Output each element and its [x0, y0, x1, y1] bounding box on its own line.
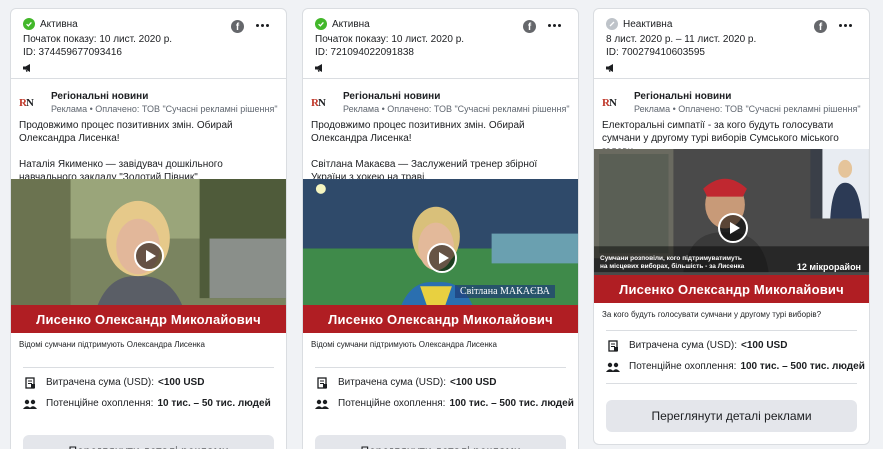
video-banner: Лисенко Олександр Миколайович	[594, 275, 869, 303]
ad-card-2: Активна Початок показу: 10 лист. 2020 р.…	[302, 8, 579, 449]
ad-card-1: Активна Початок показу: 10 лист. 2020 р.…	[10, 8, 287, 449]
ad-video[interactable]: Сумчани розповіли, кого підтримуватимуть…	[594, 149, 869, 303]
ad-text: Електоральні симпатії - за кого будуть г…	[602, 120, 839, 157]
ad-video[interactable]: Світлана МАКАЄВА Лисенко Олександр Микол…	[303, 179, 578, 333]
ad-card-3: Неактивна 8 лист. 2020 р. – 11 лист. 202…	[593, 8, 870, 445]
date-range: 8 лист. 2020 р. – 11 лист. 2020 р.	[606, 34, 757, 45]
overlay-subtitle: Сумчани розповіли, кого підтримуватимуть…	[600, 255, 745, 270]
video-banner: Лисенко Олександр Миколайович	[303, 305, 578, 333]
status-label: Неактивна	[623, 18, 673, 30]
view-ad-details-button[interactable]: Переглянути деталі реклами	[315, 435, 566, 449]
megaphone-icon	[315, 64, 322, 72]
check-icon	[315, 18, 327, 30]
stats: Витрачена сума (USD): <100 USD Потенційн…	[594, 335, 869, 377]
ad-page-header: RN Регіональні новини Реклама • Оплачено…	[594, 91, 869, 117]
facebook-icon: f	[814, 20, 827, 33]
receipt-icon	[23, 376, 37, 389]
reach-value: 100 тис. – 500 тис. людей	[449, 398, 574, 409]
ad-id: ID: 721094022091838	[315, 47, 414, 58]
status-row: Активна	[23, 17, 286, 31]
receipt-icon	[606, 339, 620, 352]
reach-row: Потенційне охоплення: 100 тис. – 500 тис…	[303, 393, 578, 414]
play-button-icon[interactable]	[427, 243, 457, 273]
more-options-icon[interactable]	[544, 17, 564, 33]
divider	[606, 383, 857, 384]
sponsor-text: Реклама • Оплачено: ТОВ "Сучасні рекламн…	[634, 104, 861, 114]
reach-row: Потенційне охоплення: 100 тис. – 500 тис…	[594, 356, 869, 377]
ad-video[interactable]: Лисенко Олександр Миколайович	[11, 179, 286, 333]
spend-value: <100 USD	[741, 340, 788, 351]
facebook-icon: f	[231, 20, 244, 33]
ad-text: Продовжимо процес позитивних змін. Обира…	[19, 120, 233, 183]
status-row: Неактивна	[606, 17, 869, 31]
reach-value: 100 тис. – 500 тис. людей	[740, 361, 865, 372]
status-row: Активна	[315, 17, 578, 31]
spend-value: <100 USD	[450, 377, 497, 388]
people-icon	[23, 398, 37, 410]
megaphone-icon	[23, 64, 30, 72]
page-logo-icon[interactable]: RN	[602, 95, 622, 109]
ad-id: ID: 700279410603595	[606, 47, 705, 58]
spend-value: <100 USD	[158, 377, 205, 388]
video-caption: Відомі сумчани підтримують Олександра Ли…	[311, 340, 497, 349]
reach-value: 10 тис. – 50 тис. людей	[157, 398, 271, 409]
video-banner: Лисенко Олександр Миколайович	[11, 305, 286, 333]
play-button-icon[interactable]	[718, 213, 748, 243]
page-name-link[interactable]: Регіональні новини	[634, 91, 869, 103]
overlay-badge: 12 мікрорайон	[796, 262, 861, 272]
ad-card-header: Неактивна 8 лист. 2020 р. – 11 лист. 202…	[594, 9, 869, 79]
view-ad-details-button[interactable]: Переглянути деталі реклами	[23, 435, 274, 449]
reach-label: Потенційне охоплення:	[46, 398, 154, 409]
page-name-link[interactable]: Регіональні новини	[51, 91, 286, 103]
stats: Витрачена сума (USD): <100 USD Потенційн…	[11, 372, 286, 414]
ad-id: ID: 374459677093416	[23, 47, 122, 58]
status-label: Активна	[332, 18, 370, 30]
reach-row: Потенційне охоплення: 10 тис. – 50 тис. …	[11, 393, 286, 414]
sponsor-text: Реклама • Оплачено: ТОВ "Сучасні рекламн…	[343, 104, 570, 114]
video-caption: Відомі сумчани підтримують Олександра Ли…	[19, 340, 205, 349]
start-date: Початок показу: 10 лист. 2020 р.	[315, 34, 465, 45]
check-icon	[23, 18, 35, 30]
spend-row: Витрачена сума (USD): <100 USD	[303, 372, 578, 393]
svg-text:N: N	[609, 97, 617, 109]
start-date: Початок показу: 10 лист. 2020 р.	[23, 34, 173, 45]
overlay-name: Світлана МАКАЄВА	[455, 285, 555, 298]
ad-page-header: RN Регіональні новини Реклама • Оплачено…	[303, 91, 578, 117]
stats: Витрачена сума (USD): <100 USD Потенційн…	[303, 372, 578, 414]
divider	[315, 367, 566, 368]
page-name-link[interactable]: Регіональні новини	[343, 91, 578, 103]
page-logo-icon[interactable]: RN	[311, 95, 331, 109]
people-icon	[315, 398, 329, 410]
ad-card-header: Активна Початок показу: 10 лист. 2020 р.…	[11, 9, 286, 79]
more-options-icon[interactable]	[252, 17, 272, 33]
spend-label: Витрачена сума (USD):	[46, 377, 155, 388]
reach-label: Потенційне охоплення:	[338, 398, 446, 409]
spend-label: Витрачена сума (USD):	[338, 377, 447, 388]
page-logo-icon[interactable]: RN	[19, 95, 39, 109]
ad-page-header: RN Регіональні новини Реклама • Оплачено…	[11, 91, 286, 117]
sponsor-text: Реклама • Оплачено: ТОВ "Сучасні рекламн…	[51, 104, 278, 114]
play-button-icon[interactable]	[134, 241, 164, 271]
status-label: Активна	[40, 18, 78, 30]
facebook-icon: f	[523, 20, 536, 33]
divider	[606, 330, 857, 331]
people-icon	[606, 361, 620, 373]
svg-text:N: N	[26, 97, 34, 109]
ad-card-header: Активна Початок показу: 10 лист. 2020 р.…	[303, 9, 578, 79]
spend-row: Витрачена сума (USD): <100 USD	[11, 372, 286, 393]
divider	[23, 367, 274, 368]
receipt-icon	[315, 376, 329, 389]
video-caption: За кого будуть голосувати сумчани у друг…	[602, 310, 822, 319]
megaphone-icon	[606, 64, 613, 72]
more-options-icon[interactable]	[835, 17, 855, 33]
svg-text:N: N	[318, 97, 326, 109]
spend-label: Витрачена сума (USD):	[629, 340, 738, 351]
inactive-status-icon	[606, 18, 618, 30]
reach-label: Потенційне охоплення:	[629, 361, 737, 372]
spend-row: Витрачена сума (USD): <100 USD	[594, 335, 869, 356]
ad-text: Продовжимо процес позитивних змін. Обира…	[311, 120, 538, 183]
view-ad-details-button[interactable]: Переглянути деталі реклами	[606, 400, 857, 432]
